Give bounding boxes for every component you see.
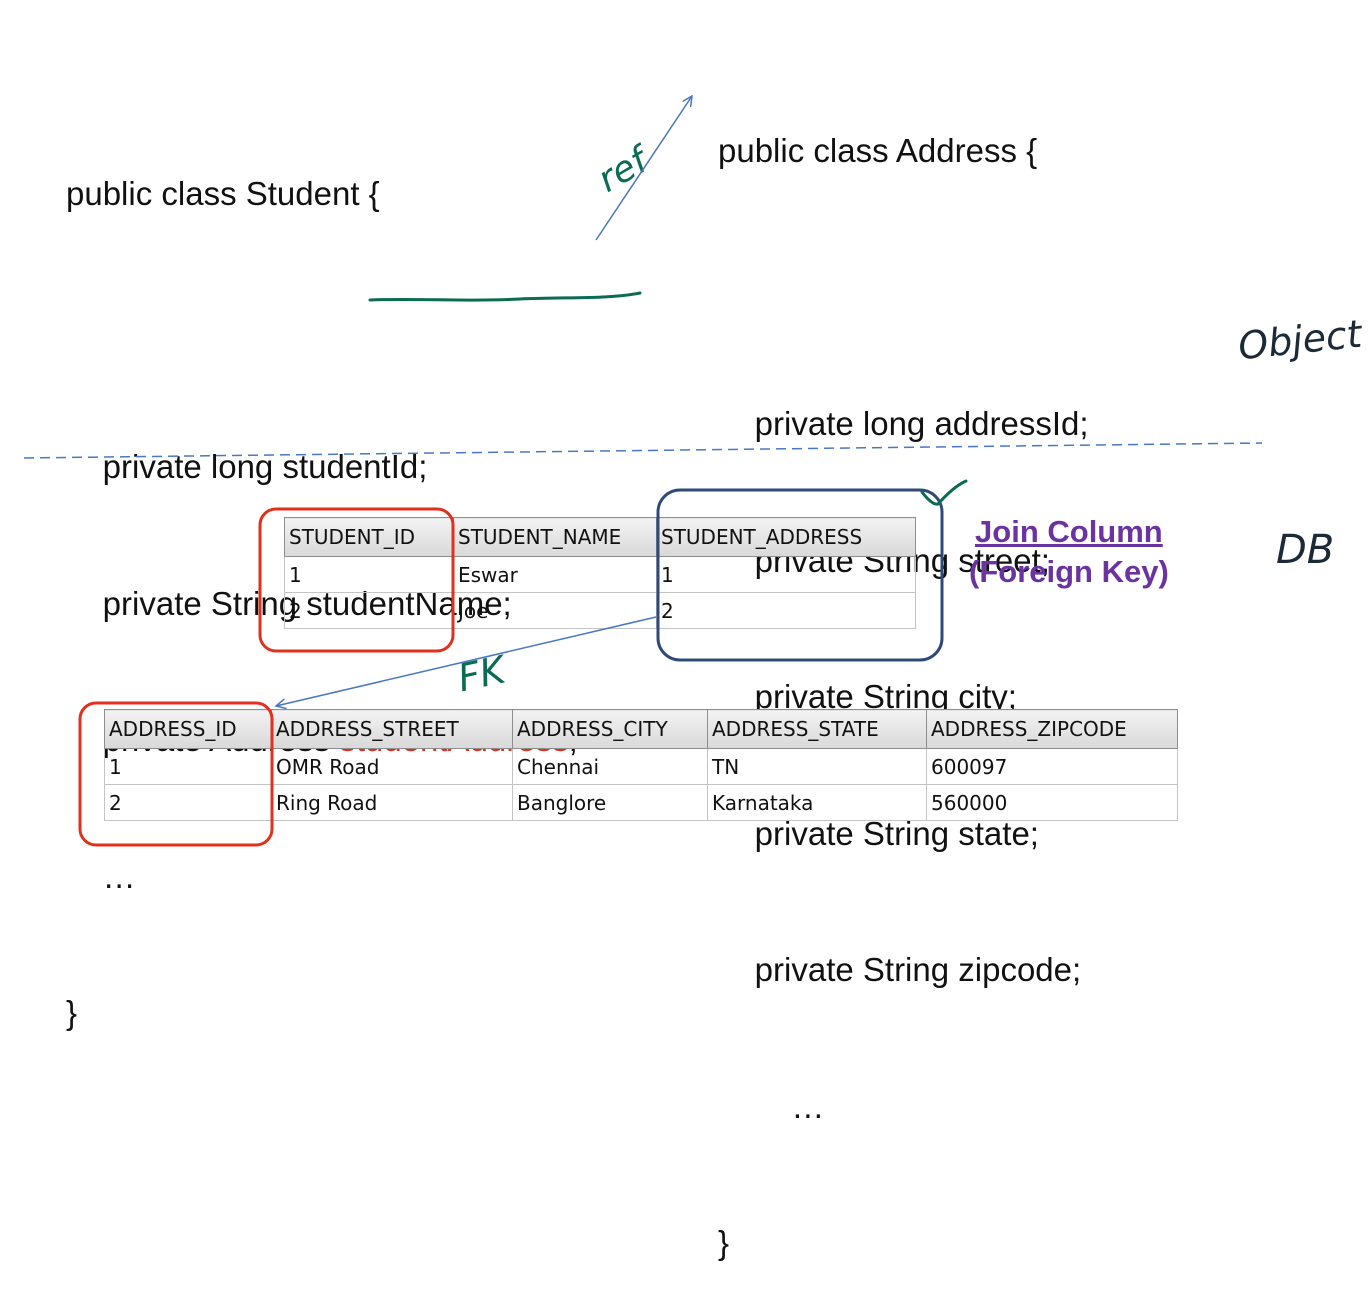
code-line: }: [718, 1224, 730, 1261]
student-id-highlight-box: [258, 507, 455, 653]
student-address-highlight-box: [656, 488, 944, 662]
field-underline: [368, 291, 642, 302]
ref-arrow: [595, 96, 692, 241]
divider-dashed-line: [23, 442, 1263, 459]
address-id-highlight-box: [78, 701, 274, 847]
code-line: …: [718, 1087, 825, 1125]
fk-arrow: [276, 616, 657, 706]
code-line: private String zipcode;: [718, 951, 1082, 988]
code-line: }: [66, 994, 78, 1031]
annotation-overlay: [23, 0, 1263, 847]
